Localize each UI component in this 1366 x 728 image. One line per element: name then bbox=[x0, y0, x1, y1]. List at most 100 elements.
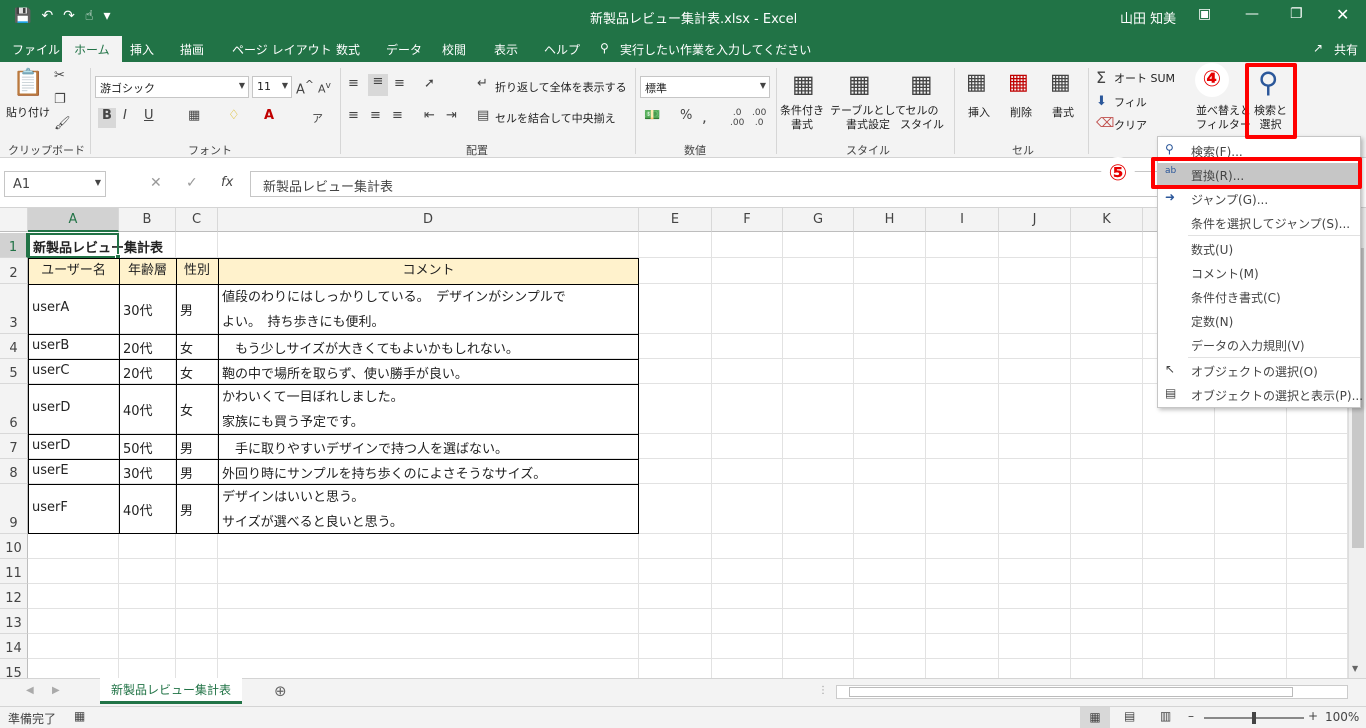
table-cell-age[interactable]: 20代 bbox=[120, 363, 156, 382]
tell-me-box[interactable]: 実行したい作業を入力してください bbox=[620, 41, 811, 58]
table-cell-comment[interactable]: かわいくて一目ぼれしました。 bbox=[219, 386, 407, 405]
align-left-icon[interactable]: ≡ bbox=[348, 108, 359, 123]
scroll-down-icon[interactable]: ▼ bbox=[1352, 664, 1358, 673]
zoom-slider[interactable] bbox=[1204, 712, 1304, 724]
copy-icon[interactable]: ❐ bbox=[54, 92, 66, 107]
sort-filter-button[interactable]: 並べ替えと フィルター bbox=[1196, 104, 1251, 132]
italic-icon[interactable]: I bbox=[123, 108, 127, 123]
tab-file[interactable]: ファイル bbox=[12, 41, 60, 58]
table-cell-sex[interactable]: 女 bbox=[177, 363, 196, 382]
table-cell-sex[interactable]: 男 bbox=[177, 463, 196, 482]
paste-icon[interactable]: 📋 bbox=[12, 68, 44, 98]
table-header-cell[interactable]: 年齢層 bbox=[119, 258, 176, 284]
tab-review[interactable]: 校閲 bbox=[442, 41, 466, 58]
menu-item-10[interactable]: ▤ オブジェクトの選択と表示(P)... bbox=[1158, 383, 1363, 407]
zoom-out-icon[interactable]: – bbox=[1188, 709, 1194, 723]
table-cell-user[interactable]: userE bbox=[29, 463, 72, 478]
add-sheet-icon[interactable]: ⊕ bbox=[274, 682, 287, 700]
increase-decimal-icon[interactable]: .0.00 bbox=[730, 108, 744, 128]
comma-style-icon[interactable]: , bbox=[702, 108, 707, 126]
bottom-align-icon[interactable]: ≡ bbox=[394, 76, 405, 91]
prev-sheet-icon[interactable]: ◀ bbox=[26, 685, 34, 696]
paste-button[interactable]: 貼り付け bbox=[6, 106, 50, 120]
decrease-decimal-icon[interactable]: .00.0 bbox=[752, 108, 766, 128]
column-header-K[interactable]: K bbox=[1071, 208, 1143, 232]
page-break-view-icon[interactable]: ▥ bbox=[1160, 709, 1171, 723]
select-all-corner[interactable] bbox=[0, 208, 28, 232]
decrease-indent-icon[interactable]: ⇤ bbox=[424, 108, 435, 123]
table-format-button[interactable]: テーブルとして 書式設定 bbox=[830, 104, 906, 132]
customize-qat-icon[interactable]: ▾ bbox=[103, 8, 110, 24]
column-header-G[interactable]: G bbox=[783, 208, 854, 232]
cell-style-button[interactable]: セルの スタイル bbox=[900, 104, 944, 132]
row-header-12[interactable]: 12 bbox=[0, 584, 28, 609]
align-right-icon[interactable]: ≡ bbox=[392, 108, 403, 123]
share-button[interactable]: 共有 bbox=[1334, 41, 1358, 58]
table-header-cell[interactable]: ユーザー名 bbox=[28, 258, 119, 284]
redo-icon[interactable]: ↷ bbox=[63, 8, 75, 24]
table-cell-sex[interactable]: 男 bbox=[177, 500, 196, 519]
row-header-9[interactable]: 9 bbox=[0, 484, 28, 534]
column-header-B[interactable]: B bbox=[119, 208, 176, 232]
table-cell-age[interactable]: 40代 bbox=[120, 400, 156, 419]
row-header-4[interactable]: 4 bbox=[0, 334, 28, 359]
clear-button[interactable]: クリア bbox=[1114, 119, 1147, 133]
tab-formulas[interactable]: 数式 bbox=[336, 41, 360, 58]
hscroll-split-icon[interactable]: ⋮ bbox=[818, 685, 828, 696]
insert-cells-button[interactable]: 挿入 bbox=[968, 106, 990, 120]
table-cell-user[interactable]: userD bbox=[29, 438, 73, 453]
increase-indent-icon[interactable]: ⇥ bbox=[446, 108, 457, 123]
row-header-10[interactable]: 10 bbox=[0, 534, 28, 559]
column-header-I[interactable]: I bbox=[926, 208, 999, 232]
delete-cells-button[interactable]: 削除 bbox=[1010, 106, 1032, 120]
table-cell-user[interactable]: userA bbox=[29, 300, 72, 315]
top-align-icon[interactable]: ≡ bbox=[348, 76, 359, 91]
row-header-14[interactable]: 14 bbox=[0, 634, 28, 659]
middle-align-icon[interactable]: ≡ bbox=[368, 74, 388, 96]
row-header-6[interactable]: 6 bbox=[0, 384, 28, 434]
zoom-slider-handle[interactable] bbox=[1252, 712, 1256, 724]
close-icon[interactable]: ✕ bbox=[1336, 5, 1349, 24]
sheet-tab-active[interactable]: 新製品レビュー集計表 bbox=[100, 678, 242, 704]
horizontal-scrollbar[interactable] bbox=[836, 685, 1348, 699]
restore-icon[interactable]: ❐ bbox=[1290, 6, 1303, 22]
border-icon[interactable]: ▦ bbox=[188, 108, 200, 123]
save-icon[interactable]: 💾 bbox=[14, 8, 31, 24]
table-header-cell[interactable]: 性別 bbox=[176, 258, 218, 284]
cancel-entry-icon[interactable]: ✕ bbox=[150, 175, 162, 191]
user-name[interactable]: 山田 知美 bbox=[1120, 8, 1176, 27]
row-header-13[interactable]: 13 bbox=[0, 609, 28, 634]
tell-me-icon[interactable]: ⚲ bbox=[600, 41, 609, 55]
tab-data[interactable]: データ bbox=[386, 41, 422, 58]
column-header-F[interactable]: F bbox=[712, 208, 783, 232]
menu-item-3[interactable]: 条件を選択してジャンプ(S)... bbox=[1158, 211, 1360, 235]
table-cell-comment[interactable]: 外回り時にサンプルを持ち歩くのによさそうなサイズ。 bbox=[219, 463, 549, 482]
wrap-text-button[interactable]: 折り返して全体を表示する bbox=[495, 81, 627, 95]
row-header-5[interactable]: 5 bbox=[0, 359, 28, 384]
menu-item-7[interactable]: 定数(N) bbox=[1158, 309, 1360, 333]
underline-icon[interactable]: U bbox=[144, 108, 154, 123]
number-format-combo[interactable]: 標準 ▼ bbox=[640, 76, 770, 98]
merge-center-icon[interactable]: ▤ bbox=[477, 108, 489, 123]
tab-draw[interactable]: 描画 bbox=[180, 41, 204, 58]
menu-item-4[interactable]: 数式(U) bbox=[1158, 237, 1360, 261]
normal-view-icon[interactable]: ▦ bbox=[1080, 707, 1110, 728]
row-header-15[interactable]: 15 bbox=[0, 659, 28, 678]
name-box[interactable]: A1 ▼ bbox=[4, 171, 106, 197]
column-header-C[interactable]: C bbox=[176, 208, 218, 232]
insert-function-icon[interactable]: fx bbox=[221, 175, 233, 190]
clear-icon[interactable]: ⌫ bbox=[1096, 116, 1114, 131]
table-cell-user[interactable]: userD bbox=[29, 400, 73, 415]
worksheet-grid[interactable]: ABCDEFGHIJKLMN123456789101112131415新製品レビ… bbox=[0, 208, 1348, 678]
menu-item-8[interactable]: データの入力規則(V) bbox=[1158, 333, 1360, 357]
table-cell-comment[interactable]: 手に取りやすいデザインで持つ人を選ばない。 bbox=[219, 438, 511, 457]
merge-center-button[interactable]: セルを結合して中央揃え bbox=[495, 112, 616, 126]
tab-help[interactable]: ヘルプ bbox=[544, 41, 580, 58]
font-size-combo[interactable]: 11 ▼ bbox=[252, 76, 292, 98]
touch-mode-icon[interactable]: ☝ bbox=[85, 8, 94, 24]
table-cell-age[interactable]: 30代 bbox=[120, 300, 156, 319]
confirm-entry-icon[interactable]: ✓ bbox=[186, 175, 198, 191]
zoom-in-icon[interactable]: + bbox=[1308, 709, 1318, 723]
orientation-icon[interactable]: ➚ bbox=[424, 76, 435, 91]
cell-style-icon[interactable]: ▦ bbox=[910, 70, 933, 98]
